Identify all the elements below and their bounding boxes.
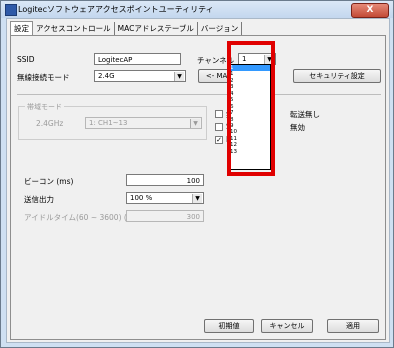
tab-access-control[interactable]: アクセスコントロール <box>33 22 115 35</box>
idle-time-input: 300 <box>126 210 204 222</box>
wireless-mode-value: 2.4G <box>98 72 115 80</box>
checkbox-2[interactable] <box>215 123 223 131</box>
tab-settings[interactable]: 設定 <box>10 21 33 35</box>
tab-version[interactable]: バージョン <box>198 22 243 35</box>
cancel-button[interactable]: キャンセル <box>261 319 313 333</box>
checkbox-3[interactable]: ✓ <box>215 136 223 144</box>
chevron-down-icon[interactable]: ▼ <box>192 194 202 203</box>
wireless-mode-label: 無線接続モード <box>17 73 70 82</box>
band-value: 1: CH1~13 <box>89 119 128 127</box>
client-area: 設定 アクセスコントロール MACアドレステーブル バージョン SSID Logite… <box>6 18 390 343</box>
tx-power-value: 100 % <box>130 194 153 202</box>
checkbox-2-label-tail: 無効 <box>290 123 305 132</box>
tx-power-select[interactable]: 100 % ▼ <box>126 192 204 204</box>
title-bar: Logitecソフトウェアアクセスポイントユーティリティ X <box>1 1 393 18</box>
band-select: 1: CH1~13 ▼ <box>85 117 202 129</box>
window-title: Logitecソフトウェアアクセスポイントユーティリティ <box>18 5 214 14</box>
ssid-input[interactable]: LogitecAP <box>94 53 181 65</box>
settings-panel: SSID LogitecAP チャンネル 1 ▼ 無線接続モード 2.4G ▼ … <box>10 35 386 340</box>
checkbox-1[interactable] <box>215 110 223 118</box>
band-mode-title: 帯域モード <box>25 102 64 112</box>
beacon-input[interactable]: 100 <box>126 174 204 186</box>
tab-mac-table[interactable]: MACアドレステーブル <box>115 22 198 35</box>
default-button[interactable]: 初期値 <box>204 319 254 333</box>
close-button[interactable]: X <box>351 3 389 18</box>
highlight-box <box>227 41 275 176</box>
apply-button[interactable]: 適用 <box>327 319 379 333</box>
band-label: 2.4GHz <box>36 119 64 128</box>
chevron-down-icon: ▼ <box>190 119 200 128</box>
idle-time-label: アイドルタイム(60 ~ 3600) (s) <box>24 213 134 222</box>
beacon-label: ビーコン (ms) <box>24 177 74 186</box>
band-mode-group: 帯域モード 2.4GHz 1: CH1~13 ▼ <box>18 102 207 140</box>
app-icon <box>5 4 17 16</box>
app-window: Logitecソフトウェアアクセスポイントユーティリティ X 設定 アクセスコント… <box>0 0 394 348</box>
tx-power-label: 送信出力 <box>24 195 54 204</box>
ssid-label: SSID <box>17 55 35 64</box>
wireless-mode-select[interactable]: 2.4G ▼ <box>94 70 186 82</box>
checkbox-1-label-tail: 転送無し <box>290 110 320 119</box>
tab-strip: 設定 アクセスコントロール MACアドレステーブル バージョン <box>10 21 243 35</box>
security-settings-button[interactable]: セキュリティ設定 <box>293 69 381 83</box>
chevron-down-icon[interactable]: ▼ <box>174 72 184 81</box>
divider <box>17 94 381 95</box>
